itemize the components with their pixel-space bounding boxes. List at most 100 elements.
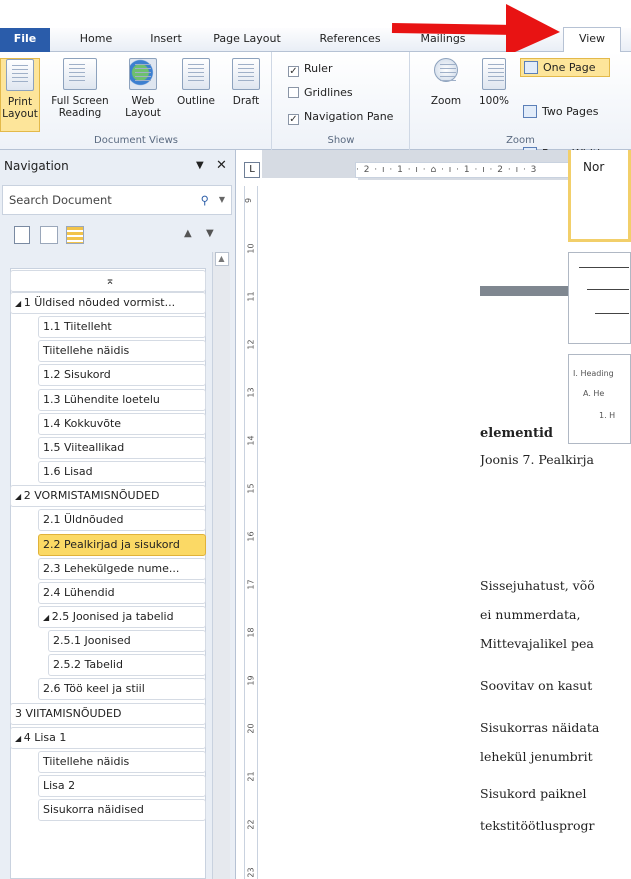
ruler-checkbox[interactable]: ✓ Ruler xyxy=(288,60,332,80)
nav-heading-label: 2.4 Lühendid xyxy=(43,585,115,599)
list-line xyxy=(579,267,629,268)
nav-heading-label: 1.5 Viiteallikad xyxy=(43,440,125,454)
nav-heading-item[interactable]: ◢ 2 VORMISTAMISNÕUDED xyxy=(10,485,206,508)
nav-heading-item[interactable]: Tiitellehe näidis xyxy=(38,750,206,773)
nav-heading-item[interactable]: 1.6 Lisad xyxy=(38,461,206,484)
ruler-tick-label: 15 xyxy=(246,483,256,494)
gridlines-checkbox[interactable]: Gridlines xyxy=(288,84,353,104)
nav-heading-item[interactable]: 2.6 Töö keel ja stiil xyxy=(38,678,206,701)
paragraph-line: ei nummerdata, xyxy=(480,607,581,622)
tab-view[interactable]: View xyxy=(563,27,621,52)
nav-heading-item[interactable]: 2.5.2 Tabelid xyxy=(48,654,206,677)
expand-arrow-icon[interactable]: ◢ xyxy=(15,492,24,501)
nav-heading-item[interactable]: 3 VIITAMISNÕUDED xyxy=(10,702,206,725)
nav-heading-item[interactable]: 1.3 Lühendite loetelu xyxy=(38,388,206,411)
nav-heading-label: 2.1 Üldnõuded xyxy=(43,513,124,527)
ruler-tick-label: 9 xyxy=(244,197,254,204)
nav-heading-item[interactable]: 2.4 Lühendid xyxy=(38,581,206,604)
expand-arrow-icon[interactable]: ◢ xyxy=(15,734,24,743)
print-layout-icon xyxy=(6,59,34,91)
zoom-button[interactable]: Zoom xyxy=(424,58,468,107)
full-screen-reading-button[interactable]: Full Screen Reading xyxy=(48,58,112,119)
ruler-tick-label: 19 xyxy=(246,675,256,686)
nav-heading-item[interactable]: 1.4 Kokkuvõte xyxy=(38,412,206,435)
ruler-tick-label: 10 xyxy=(246,243,256,254)
ruler-tick-label: 14 xyxy=(246,435,256,446)
nav-heading-item[interactable]: ◢ 1 Üldised nõuded vormist... xyxy=(10,292,206,314)
scroll-up-icon[interactable]: ▲ xyxy=(214,252,229,266)
figure-caption: Joonis 7. Pealkirja xyxy=(480,452,594,467)
nav-heading-label: 2.2 Pealkirjad ja sisukord xyxy=(43,537,180,551)
group-label-document-views: Document Views xyxy=(94,135,178,146)
partial-heading-text: elementid xyxy=(480,426,553,440)
checkmark-icon: ✓ xyxy=(288,114,299,125)
nav-heading-item[interactable]: Sisukorra näidised xyxy=(38,799,206,822)
one-page-button[interactable]: One Page xyxy=(520,58,610,77)
heading-numbering-preview: I. Heading A. He 1. H xyxy=(568,354,631,444)
navigation-scrollbar[interactable]: ▲ xyxy=(212,252,230,879)
search-document-input[interactable]: Search Document ⚲ ▼ xyxy=(2,185,232,215)
next-heading-icon[interactable]: ▼ xyxy=(206,228,214,239)
collapse-all-button[interactable]: ⌅ xyxy=(10,270,206,292)
nav-heading-label: 1.1 Tiitelleht xyxy=(43,320,112,334)
nav-heading-item[interactable]: 2.2 Pealkirjad ja sisukord xyxy=(38,533,206,556)
one-page-label: One Page xyxy=(543,61,596,74)
ruler-tick-label: 20 xyxy=(246,723,256,734)
zoom-100-button[interactable]: 100% xyxy=(476,58,512,107)
preview-connector-bar xyxy=(480,286,568,296)
preview-heading-1: I. Heading xyxy=(573,369,614,378)
nav-heading-label: Tiitellehe näidis xyxy=(43,344,130,358)
web-layout-button[interactable]: Web Layout xyxy=(120,58,166,119)
tab-file[interactable]: File xyxy=(0,28,50,52)
tab-references[interactable]: References xyxy=(310,28,390,52)
print-layout-button[interactable]: Print Layout xyxy=(0,58,40,132)
browse-results-tab[interactable] xyxy=(66,226,84,244)
paragraph-line: Soovitav on kasut xyxy=(480,678,593,693)
nav-heading-item[interactable]: 2.3 Lehekülgede nume... xyxy=(38,557,206,580)
search-icon[interactable]: ⚲ xyxy=(201,186,209,214)
unchecked-box-icon xyxy=(288,87,299,98)
nav-heading-item[interactable]: ◢ 4 Lisa 1 xyxy=(10,726,206,749)
dropdown-arrow-icon[interactable]: ▼ xyxy=(196,156,204,176)
preview-heading-3: 1. H xyxy=(599,411,616,420)
nav-heading-item[interactable]: 2.5.1 Joonised xyxy=(48,630,206,653)
ruler-tick-label: 13 xyxy=(246,387,256,398)
tab-home[interactable]: Home xyxy=(68,28,124,52)
nav-heading-label: 1 Üldised nõuded vormist... xyxy=(23,296,176,309)
nav-heading-item[interactable]: 2.1 Üldnõuded xyxy=(38,509,206,532)
paragraph-line: lehekül jenumbrit xyxy=(480,749,593,764)
nav-heading-item[interactable]: ◢ 2.5 Joonised ja tabelid xyxy=(38,605,206,628)
checkmark-icon: ✓ xyxy=(288,66,299,77)
outline-button[interactable]: Outline xyxy=(172,58,220,107)
close-icon[interactable]: ✕ xyxy=(216,156,227,176)
expand-arrow-icon[interactable]: ◢ xyxy=(15,299,24,308)
nav-heading-item[interactable]: 1.2 Sisukord xyxy=(38,364,206,387)
nav-heading-label: Lisa 2 xyxy=(43,779,76,792)
expand-arrow-icon[interactable]: ◢ xyxy=(43,613,52,622)
browse-headings-tab[interactable] xyxy=(14,226,30,244)
browse-pages-tab[interactable] xyxy=(40,226,58,244)
full-screen-reading-label: Full Screen Reading xyxy=(51,95,109,119)
nav-heading-label: 2 VORMISTAMISNÕUDED xyxy=(23,489,160,503)
search-options-dropdown-icon[interactable]: ▼ xyxy=(219,186,225,214)
draft-button[interactable]: Draft xyxy=(226,58,266,107)
navigation-title: Navigation xyxy=(4,159,69,173)
nav-heading-label: Tiitellehe näidis xyxy=(43,754,130,768)
nav-heading-item[interactable]: 1.5 Viiteallikad xyxy=(38,436,206,459)
previous-heading-icon[interactable]: ▲ xyxy=(184,228,192,239)
nav-heading-label: 2.5.1 Joonised xyxy=(53,634,131,648)
nav-heading-item[interactable]: Lisa 2 xyxy=(38,775,206,797)
two-pages-button[interactable]: Two Pages xyxy=(520,103,620,122)
tab-page-layout[interactable]: Page Layout xyxy=(206,28,288,52)
nav-heading-item[interactable]: 1.1 Tiitelleht xyxy=(38,316,206,339)
preview-label-normal: Nor xyxy=(583,160,605,174)
navigation-pane-checkbox[interactable]: ✓ Navigation Pane xyxy=(288,108,393,128)
outline-icon xyxy=(182,58,210,90)
paragraph-line: tekstitöötlusprogr xyxy=(480,818,595,833)
nav-heading-label: 4 Lisa 1 xyxy=(23,730,67,744)
nav-heading-item[interactable]: Tiitellehe näidis xyxy=(38,340,206,363)
tab-insert[interactable]: Insert xyxy=(140,28,192,52)
one-page-icon xyxy=(524,61,538,74)
page-left-margin-area xyxy=(262,178,358,879)
tab-selector[interactable]: L xyxy=(244,162,260,178)
